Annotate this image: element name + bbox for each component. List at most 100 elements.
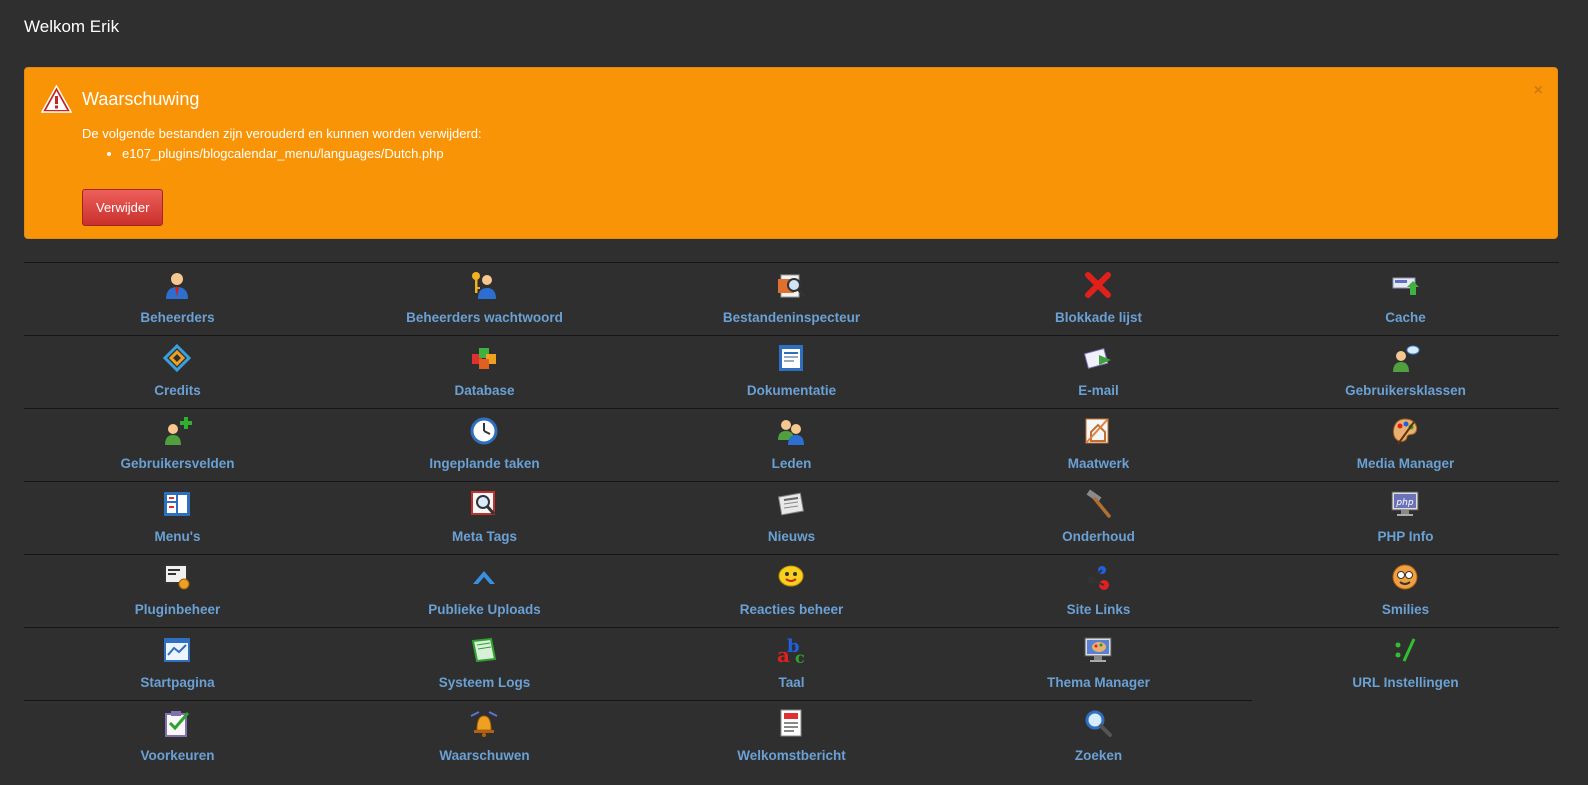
file-inspector-icon bbox=[778, 274, 806, 298]
admin-link-dokumentatie[interactable]: Dokumentatie bbox=[638, 336, 945, 408]
admin-link-media-manager[interactable]: Media Manager bbox=[1252, 409, 1559, 481]
grid-row: Voorkeuren Waarschuwen Welkomstbericht Zoek… bbox=[24, 700, 1559, 773]
language-icon: abc bbox=[777, 636, 805, 665]
admin-link-smilies[interactable]: Smilies bbox=[1252, 555, 1559, 627]
admin-link-label: Site Links bbox=[1066, 602, 1131, 617]
admin-link-label: Reacties beheer bbox=[739, 602, 844, 617]
admin-link-label: Smilies bbox=[1381, 602, 1430, 617]
admin-link-welkomstbericht[interactable]: Welkomstbericht bbox=[638, 701, 945, 773]
user-fields-icon bbox=[165, 417, 192, 445]
notify-bell-icon bbox=[470, 711, 498, 737]
admin-link-label: Systeem Logs bbox=[438, 675, 531, 690]
admin-link-label: Taal bbox=[778, 675, 805, 690]
admin-link-label: Welkomstbericht bbox=[737, 748, 846, 763]
admin-link-zoeken[interactable]: Zoeken bbox=[945, 701, 1252, 773]
close-icon[interactable]: × bbox=[1534, 82, 1543, 100]
admin-link-php-info[interactable]: php PHP Info bbox=[1252, 482, 1559, 554]
admin-link-ingeplande-taken[interactable]: Ingeplande taken bbox=[331, 409, 638, 481]
admin-link-label: Publieke Uploads bbox=[428, 602, 541, 617]
admin-link-label: Maatwerk bbox=[1067, 456, 1130, 471]
palette-icon bbox=[1392, 418, 1418, 445]
user-classes-icon bbox=[1393, 345, 1420, 372]
admin-link-label: E-mail bbox=[1078, 383, 1119, 398]
admin-link-bestandeninspecteur[interactable]: Bestandeninspecteur bbox=[638, 263, 945, 335]
svg-text:php: php bbox=[1395, 498, 1413, 508]
admin-link-site-links[interactable]: Site Links bbox=[945, 555, 1252, 627]
comments-icon bbox=[778, 565, 804, 587]
admin-link-label: Beheerders wachtwoord bbox=[406, 310, 563, 325]
alert-message: De volgende bestanden zijn verouderd en … bbox=[82, 126, 482, 141]
preferences-icon bbox=[165, 711, 190, 737]
admin-link-label: Dokumentatie bbox=[746, 383, 837, 398]
admin-link-gebruikersvelden[interactable]: Gebruikersvelden bbox=[24, 409, 331, 481]
smiley-icon bbox=[1392, 564, 1418, 590]
admin-icon-grid: Beheerders Beheerders wachtwoord Bestanden… bbox=[24, 262, 1559, 773]
admin-link-database[interactable]: Database bbox=[331, 336, 638, 408]
admin-link-url-instellingen[interactable]: URL Instellingen bbox=[1252, 628, 1559, 700]
admin-link-voorkeuren[interactable]: Voorkeuren bbox=[24, 701, 331, 773]
clock-icon bbox=[470, 417, 498, 445]
admin-link-thema-manager[interactable]: Thema Manager bbox=[945, 628, 1252, 700]
custom-pages-icon bbox=[1085, 418, 1109, 444]
grid-row: Beheerders Beheerders wachtwoord Bestanden… bbox=[24, 262, 1559, 335]
system-logs-icon bbox=[471, 637, 497, 663]
admin-link-label: Beheerders bbox=[140, 310, 215, 325]
admin-user-icon bbox=[166, 273, 188, 299]
admin-link-e-mail[interactable]: E-mail bbox=[945, 336, 1252, 408]
meta-tags-icon bbox=[471, 491, 496, 515]
outdated-file-item: e107_plugins/blogcalendar_menu/languages… bbox=[122, 146, 444, 161]
email-icon bbox=[1083, 348, 1111, 369]
plugin-manager-icon bbox=[164, 564, 190, 590]
admin-link-gebruikersklassen[interactable]: Gebruikersklassen bbox=[1252, 336, 1559, 408]
admin-dashboard: Welkom Erik Waarschuwing × De volgende b… bbox=[0, 0, 1588, 785]
admin-link-maatwerk[interactable]: Maatwerk bbox=[945, 409, 1252, 481]
admin-link-waarschuwen[interactable]: Waarschuwen bbox=[331, 701, 638, 773]
admin-link-label: Ingeplande taken bbox=[429, 456, 540, 471]
delete-button[interactable]: Verwijder bbox=[82, 189, 164, 226]
grid-row: Pluginbeheer Publieke Uploads Reacties beh… bbox=[24, 554, 1559, 627]
admin-link-menu-s[interactable]: Menu's bbox=[24, 482, 331, 554]
url-settings-icon bbox=[1395, 638, 1416, 662]
frontpage-icon bbox=[164, 638, 190, 662]
admin-link-reacties-beheer[interactable]: Reacties beheer bbox=[638, 555, 945, 627]
admin-link-cache[interactable]: Cache bbox=[1252, 263, 1559, 335]
admin-link-label: Pluginbeheer bbox=[134, 602, 221, 617]
admin-link-label: Gebruikersklassen bbox=[1345, 383, 1466, 398]
admin-link-label: Meta Tags bbox=[451, 529, 517, 544]
admin-link-beheerders-wachtwoord[interactable]: Beheerders wachtwoord bbox=[331, 263, 638, 335]
admin-link-onderhoud[interactable]: Onderhoud bbox=[945, 482, 1252, 554]
admin-link-label: Startpagina bbox=[140, 675, 215, 690]
admin-link-credits[interactable]: Credits bbox=[24, 336, 331, 408]
admin-link-beheerders[interactable]: Beheerders bbox=[24, 263, 331, 335]
warning-alert: Waarschuwing × De volgende bestanden zij… bbox=[24, 67, 1558, 239]
welcome-heading: Welkom Erik bbox=[24, 17, 120, 36]
admin-link-startpagina[interactable]: Startpagina bbox=[24, 628, 331, 700]
admin-link-publieke-uploads[interactable]: Publieke Uploads bbox=[331, 555, 638, 627]
warning-icon bbox=[41, 85, 72, 113]
grid-row: Gebruikersvelden Ingeplande taken Leden Maa… bbox=[24, 408, 1559, 481]
documentation-icon bbox=[779, 345, 803, 371]
uploads-icon bbox=[473, 571, 495, 584]
admin-link-taal[interactable]: a b c Taal bbox=[638, 628, 945, 700]
outdated-file-list: e107_plugins/blogcalendar_menu/languages… bbox=[82, 146, 444, 161]
admin-link-leden[interactable]: Leden bbox=[638, 409, 945, 481]
php-info-icon: php bbox=[1391, 491, 1419, 516]
admin-link-label: Voorkeuren bbox=[140, 748, 215, 763]
admin-link-systeem-logs[interactable]: Systeem Logs bbox=[331, 628, 638, 700]
admin-link-nieuws[interactable]: Nieuws bbox=[638, 482, 945, 554]
admin-link-label: Blokkade lijst bbox=[1054, 310, 1143, 325]
admin-link-label: URL Instellingen bbox=[1352, 675, 1459, 690]
admin-link-label: Credits bbox=[154, 383, 201, 398]
admin-link-label: Waarschuwen bbox=[439, 748, 530, 763]
members-icon bbox=[778, 420, 804, 445]
welcome-message-icon bbox=[780, 709, 802, 737]
admin-link-meta-tags[interactable]: Meta Tags bbox=[331, 482, 638, 554]
credits-icon bbox=[162, 343, 192, 373]
admin-link-blokkade-lijst[interactable]: Blokkade lijst bbox=[945, 263, 1252, 335]
database-icon bbox=[472, 348, 496, 369]
admin-link-label: Leden bbox=[771, 456, 812, 471]
admin-link-label: Menu's bbox=[154, 529, 201, 544]
admin-link-label: Bestandeninspecteur bbox=[722, 310, 861, 325]
admin-link-pluginbeheer[interactable]: Pluginbeheer bbox=[24, 555, 331, 627]
ban-list-icon bbox=[1085, 272, 1111, 298]
